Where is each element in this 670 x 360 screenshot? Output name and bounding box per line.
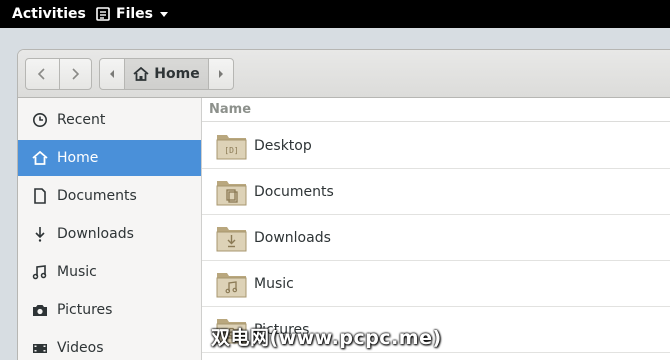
list-item-name: Documents — [254, 183, 334, 200]
sidebar: Recent Home Documents Downloads Music Pi… — [18, 98, 202, 360]
list-item-name: Desktop — [254, 137, 312, 154]
music-icon — [31, 263, 49, 281]
sidebar-item-label: Documents — [57, 188, 137, 204]
header-bar: Home — [18, 50, 670, 98]
files-app-icon — [96, 7, 110, 21]
home-icon — [31, 149, 49, 167]
chevron-left-icon — [38, 68, 45, 80]
download-icon — [31, 225, 49, 243]
clock-icon — [31, 111, 49, 129]
triangle-left-icon — [109, 70, 114, 78]
music-folder-icon — [216, 272, 247, 297]
chevron-right-icon — [72, 68, 80, 80]
column-header-name[interactable]: Name — [202, 98, 670, 122]
sidebar-item-home[interactable]: Home — [18, 140, 201, 176]
path-scroll-right-button[interactable] — [209, 59, 233, 89]
svg-text:[D]: [D] — [224, 146, 238, 155]
sidebar-item-recent[interactable]: Recent — [18, 102, 201, 138]
triangle-right-icon — [219, 70, 224, 78]
sidebar-item-downloads[interactable]: Downloads — [18, 216, 201, 252]
sidebar-item-label: Music — [57, 264, 97, 280]
list-item[interactable]: Documents — [202, 169, 670, 215]
path-bar: Home — [99, 58, 234, 90]
desktop-folder-icon: [D] — [216, 134, 247, 159]
list-item-name: Music — [254, 275, 294, 292]
sidebar-item-music[interactable]: Music — [18, 254, 201, 290]
sidebar-item-documents[interactable]: Documents — [18, 178, 201, 214]
watermark-text: 双电网(www.pcpc.me) — [211, 327, 442, 349]
file-list: Name [D] Desktop Documents Downloads Mus… — [202, 98, 670, 360]
forward-button[interactable] — [58, 59, 92, 89]
documents-folder-icon — [216, 180, 247, 205]
list-item-name: Downloads — [254, 229, 331, 246]
sidebar-item-videos[interactable]: Videos — [18, 330, 201, 360]
activities-button[interactable]: Activities — [0, 6, 96, 22]
video-icon — [31, 339, 49, 357]
top-bar: Activities Files — [0, 0, 670, 28]
sidebar-item-label: Downloads — [57, 226, 134, 242]
caret-down-icon — [159, 9, 169, 19]
downloads-folder-icon — [216, 226, 247, 251]
path-home-label: Home — [154, 66, 200, 82]
path-home-button[interactable]: Home — [123, 59, 210, 89]
camera-icon — [31, 301, 49, 319]
list-item[interactable]: Music — [202, 261, 670, 307]
sidebar-item-label: Recent — [57, 112, 106, 128]
document-icon — [31, 187, 49, 205]
app-menu[interactable]: Files — [96, 6, 169, 22]
path-scroll-left-button[interactable] — [100, 59, 124, 89]
back-button[interactable] — [26, 59, 59, 89]
sidebar-item-pictures[interactable]: Pictures — [18, 292, 201, 328]
app-name: Files — [116, 6, 153, 22]
sidebar-item-label: Videos — [57, 340, 104, 356]
list-item[interactable]: [D] Desktop — [202, 123, 670, 169]
sidebar-item-label: Pictures — [57, 302, 113, 318]
sidebar-item-label: Home — [57, 150, 99, 166]
navigation-buttons — [25, 58, 92, 90]
home-icon — [133, 67, 149, 81]
list-item[interactable]: Downloads — [202, 215, 670, 261]
files-window: Home Recent Home Documents Downloads Mus… — [18, 50, 670, 360]
